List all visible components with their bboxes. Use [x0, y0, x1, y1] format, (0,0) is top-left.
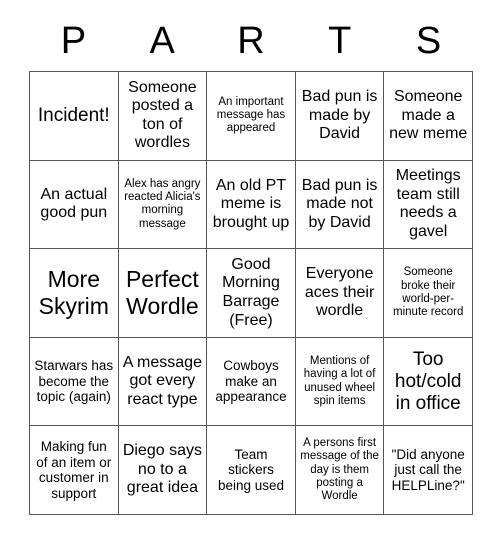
bingo-grid: Incident! Someone posted a ton of wordle… — [29, 71, 473, 515]
bingo-cell-label: Mentions of having a lot of unused wheel… — [303, 354, 376, 407]
bingo-cell[interactable]: Team stickers being used — [207, 426, 296, 515]
bingo-cell[interactable]: Bad pun is made not by David — [295, 160, 385, 250]
bingo-cell-label: Perfect Wordle — [125, 266, 199, 319]
bingo-cell[interactable]: A message got every react type — [118, 337, 208, 427]
bingo-cell-label: An important message has appeared — [216, 95, 286, 135]
bingo-cell[interactable]: Bad pun is made by David — [295, 72, 385, 161]
bingo-header-row: P A R T S — [29, 14, 473, 71]
bingo-cell-label: Someone made a new meme — [389, 87, 468, 143]
bingo-cell-label: Good Morning Barrage (Free) — [222, 255, 280, 329]
bingo-cell-label: Diego says no to a great idea — [122, 442, 202, 497]
bingo-cell-label: Alex has angry reacted Alicia's morning … — [124, 177, 201, 230]
bingo-cell-label: Incident! — [37, 104, 110, 126]
bingo-cell[interactable]: Incident! — [30, 72, 119, 161]
bingo-cell-label: Someone broke their world-per-minute rec… — [393, 266, 464, 319]
bingo-cell-label: A message got every react type — [122, 353, 202, 408]
bingo-cell-label: An old PT meme is brought up — [212, 176, 290, 231]
bingo-cell[interactable]: An old PT meme is brought up — [207, 160, 296, 250]
bingo-cell[interactable]: Someone broke their world-per-minute rec… — [384, 249, 473, 338]
bingo-cell[interactable]: Diego says no to a great idea — [118, 426, 208, 515]
header-letter-2: A — [149, 19, 175, 62]
bingo-cell[interactable]: Someone posted a ton of wordles — [118, 72, 208, 161]
bingo-cell-label: Making fun of an item or customer in sup… — [36, 438, 112, 501]
bingo-cell-label: An actual good pun — [40, 185, 108, 222]
bingo-cell[interactable]: Perfect Wordle — [118, 249, 208, 338]
bingo-cell-label: Meetings team still needs a gavel — [395, 167, 461, 240]
bingo-cell[interactable]: Everyone aces their wordle — [295, 249, 385, 338]
bingo-cell-label: Someone posted a ton of wordles — [128, 78, 197, 152]
bingo-cell-label: Team stickers being used — [217, 446, 285, 494]
bingo-card: P A R T S Incident! Someone posted a ton… — [29, 14, 473, 515]
bingo-cell-label: Starwars has become the topic (again) — [34, 358, 114, 405]
bingo-cell[interactable]: Good Morning Barrage (Free) — [207, 249, 296, 338]
header-letter-4: T — [328, 19, 352, 62]
bingo-cell-label: Everyone aces their wordle — [304, 265, 375, 320]
bingo-cell[interactable]: Someone made a new meme — [384, 72, 473, 161]
bingo-cell[interactable]: Mentions of having a lot of unused wheel… — [295, 337, 385, 427]
bingo-cell[interactable]: Alex has angry reacted Alicia's morning … — [118, 160, 208, 250]
bingo-cell-label: Too hot/cold in office — [394, 348, 462, 414]
bingo-cell-label: A persons first message of the day is th… — [300, 436, 379, 503]
bingo-cell[interactable]: Making fun of an item or customer in sup… — [30, 426, 119, 515]
bingo-cell-label: "Did anyone just call the HELPLine?" — [391, 446, 465, 494]
bingo-cell[interactable]: Too hot/cold in office — [384, 337, 473, 427]
bingo-cell[interactable]: A persons first message of the day is th… — [295, 426, 385, 515]
bingo-cell-label: More Skyrim — [38, 266, 109, 319]
header-letter-5: S — [415, 19, 442, 62]
header-letter-1: P — [60, 19, 87, 62]
bingo-cell[interactable]: An actual good pun — [30, 160, 119, 250]
bingo-cell[interactable]: An important message has appeared — [207, 72, 296, 161]
bingo-cell[interactable]: More Skyrim — [30, 249, 119, 338]
bingo-cell[interactable]: Meetings team still needs a gavel — [384, 160, 473, 250]
bingo-cell-label: Cowboys make an appearance — [215, 358, 287, 405]
bingo-cell[interactable]: Cowboys make an appearance — [207, 337, 296, 427]
bingo-cell[interactable]: Starwars has become the topic (again) — [30, 337, 119, 427]
header-letter-3: R — [237, 19, 265, 62]
bingo-cell-label: Bad pun is made not by David — [301, 176, 378, 231]
bingo-cell[interactable]: "Did anyone just call the HELPLine?" — [384, 426, 473, 515]
bingo-cell-label: Bad pun is made by David — [301, 87, 378, 143]
